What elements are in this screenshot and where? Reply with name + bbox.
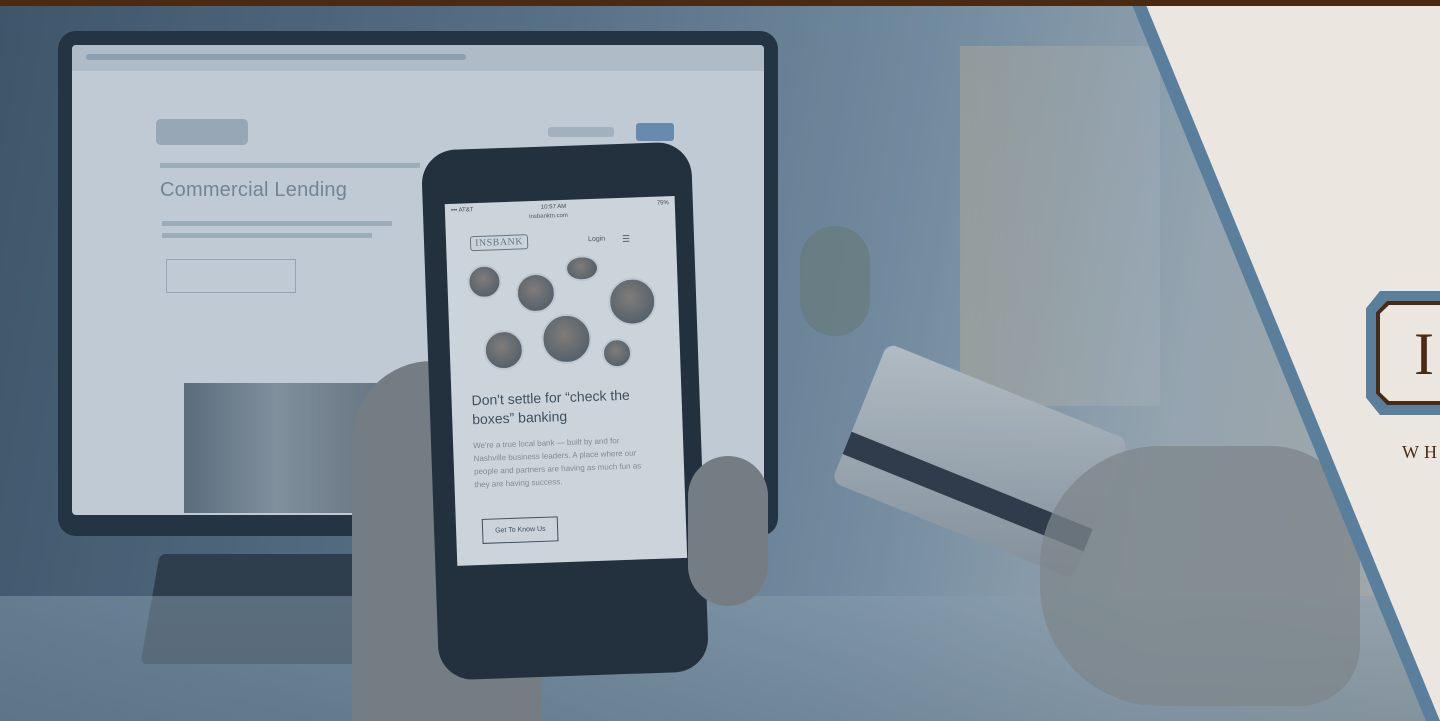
battery-label: 75% [656,200,669,207]
website-text-line [162,233,372,238]
team-avatar [483,329,525,371]
phone-status-bar: ••• AT&T 10:57 AM 75% [451,200,669,214]
website-breadcrumb [160,163,420,168]
browser-toolbar [72,45,764,71]
hamburger-icon: ☰ [621,233,631,244]
get-to-know-us-button: Get To Know Us [481,516,559,544]
background-plant [800,226,870,336]
phone-login-link: Login [587,235,606,244]
team-avatar [607,276,658,327]
phone-url: insbanktn.com [529,212,568,221]
smartphone: ••• AT&T 10:57 AM 75% insbanktn.com INSB… [420,141,710,681]
website-cta-outline [166,259,296,293]
insbank-logo: INSBANK [469,234,529,252]
team-avatar [515,272,557,314]
team-avatar [466,264,503,300]
website-login-link [548,127,614,137]
website-button [636,123,674,141]
bank-tagline: WH [1402,442,1440,462]
team-avatar [564,254,600,282]
browser-tabs [86,54,466,60]
hand-holding-card [1040,446,1360,706]
website-text-line [162,221,392,226]
top-accent-bar [0,0,1440,6]
phone-screen: ••• AT&T 10:57 AM 75% insbanktn.com INSB… [444,196,688,566]
phone-body-text: We're a true local bank — built by and f… [472,436,642,490]
bank-logo-letter: I [1414,321,1434,387]
phone-hand-fingers [688,456,768,606]
team-avatar [601,337,633,369]
window-light [960,46,1160,406]
team-avatar [540,313,593,365]
phone-headline: Don't settle for “check the boxes” banki… [471,386,631,428]
website-logo [156,119,248,145]
laptop-page-heading: Commercial Lending [160,179,348,201]
status-time: 10:57 AM [540,203,567,211]
carrier-label: ••• AT&T [450,207,474,214]
